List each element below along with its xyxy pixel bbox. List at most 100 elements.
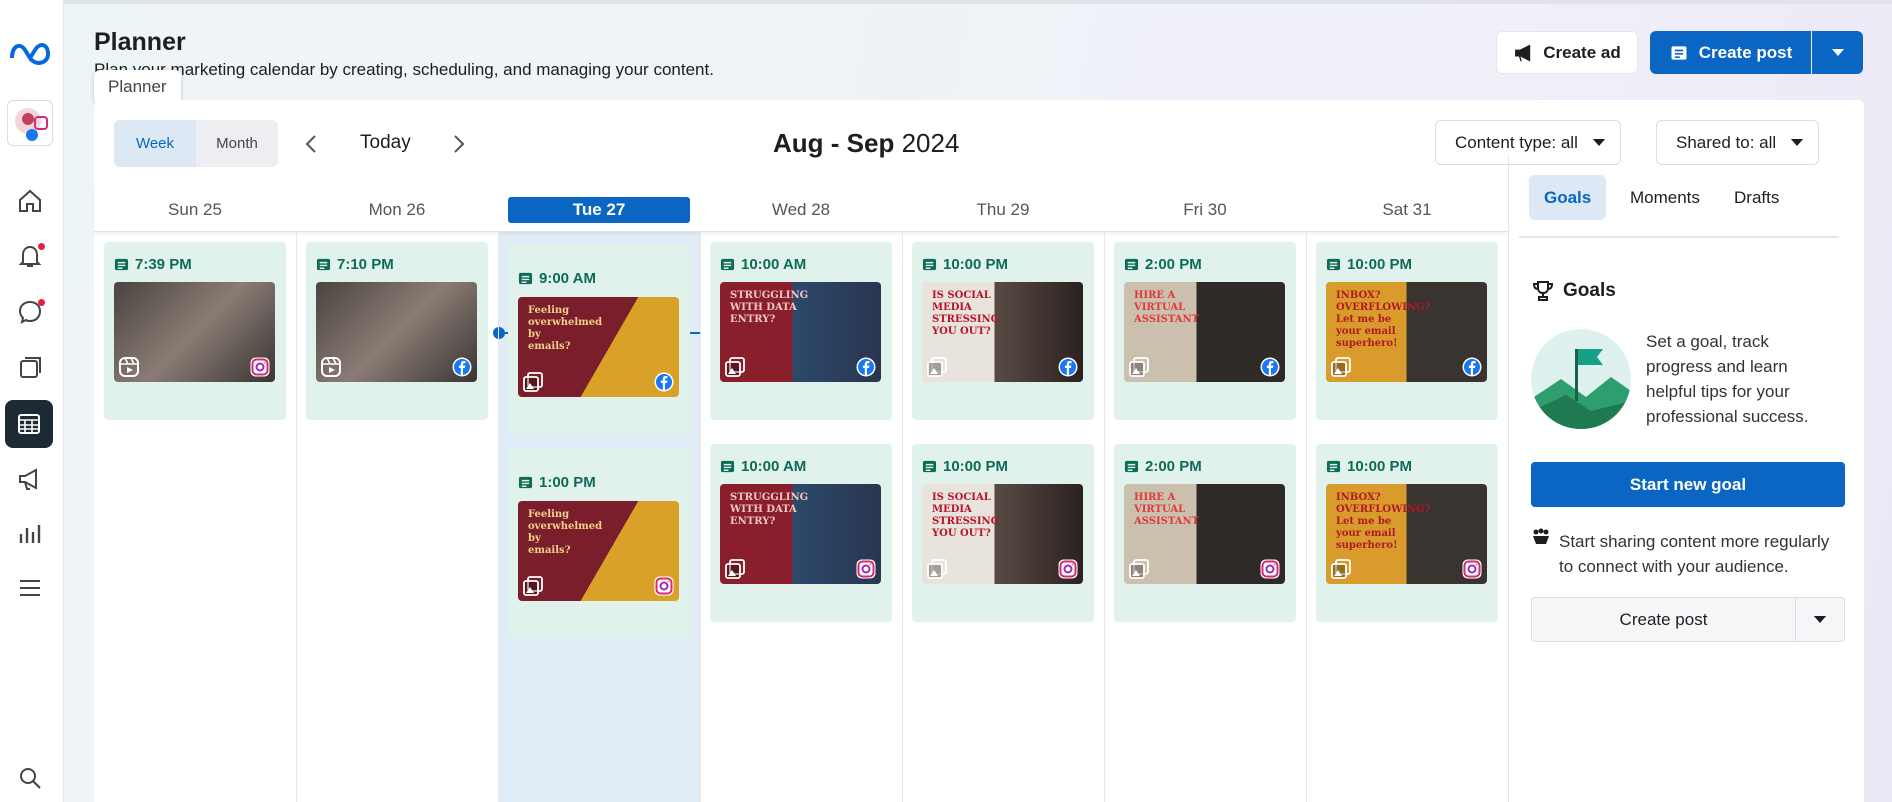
thumbnail-text: STRUGGLING WITH DATA ENTRY? <box>730 492 808 528</box>
scheduled-post-card[interactable]: 10:00 PM IS SOCIAL MEDIA STRESSING YOU OUT? <box>912 242 1094 420</box>
thumbnail-line: superhero! <box>1336 540 1398 551</box>
post-time-label: 10:00 PM <box>1347 458 1413 475</box>
search-icon[interactable] <box>12 760 48 796</box>
post-time: 10:00 AM <box>720 256 806 273</box>
post-icon <box>1326 258 1341 271</box>
menu-icon[interactable] <box>12 570 48 606</box>
people-icon <box>1533 528 1549 544</box>
week-view-button[interactable]: Week <box>114 120 196 167</box>
tab-goals[interactable]: Goals <box>1529 175 1607 220</box>
date-range-year: 2024 <box>901 128 960 158</box>
thumbnail-text: INBOX? OVERFLOWING? Let me be your email sup… <box>1336 290 1431 350</box>
thumbnail-line: Feeling <box>528 305 570 316</box>
side-create-post-dropdown[interactable] <box>1795 597 1845 642</box>
post-thumbnail: INBOX? OVERFLOWING? Let me be your email sup… <box>1326 484 1487 584</box>
thumbnail-line: HIRE A <box>1134 492 1176 503</box>
create-post-button[interactable]: Create post <box>1650 31 1811 74</box>
caret-down-icon <box>1813 616 1827 623</box>
thumbnail-line: your email <box>1336 326 1396 337</box>
trophy-icon <box>1532 281 1554 301</box>
post-thumbnail: HIRE A VIRTUAL ASSISTANT <box>1124 282 1285 382</box>
thumbnail-line: WITH DATA <box>730 302 797 313</box>
scheduled-post-card[interactable]: 10:00 AM STRUGGLING WITH DATA ENTRY? <box>710 242 892 420</box>
inbox-icon[interactable] <box>12 294 48 330</box>
scheduled-post-card[interactable]: 10:00 AM STRUGGLING WITH DATA ENTRY? <box>710 444 892 622</box>
page-avatar[interactable] <box>7 100 53 146</box>
previous-week-icon[interactable] <box>300 132 324 156</box>
scheduled-post-card[interactable]: 10:00 PM IS SOCIAL MEDIA STRESSING YOU OUT? <box>912 444 1094 622</box>
post-icon <box>518 272 533 285</box>
post-time-label: 10:00 PM <box>943 256 1009 273</box>
post-time-label: 7:39 PM <box>135 256 192 273</box>
post-time: 10:00 AM <box>720 458 806 475</box>
day-label: Tue 27 <box>508 196 690 223</box>
day-header-mon-26: Mon 26 <box>296 187 498 232</box>
post-time-label: 1:00 PM <box>539 474 596 491</box>
content-icon[interactable] <box>12 350 48 386</box>
tab-drafts[interactable]: Drafts <box>1719 175 1794 220</box>
create-ad-button[interactable]: Create ad <box>1496 31 1638 74</box>
post-thumbnail: Feeling overwhelmed by emails? <box>518 501 679 601</box>
thumbnail-line: emails? <box>528 545 571 556</box>
next-week-icon[interactable] <box>446 132 470 156</box>
instagram-icon <box>856 559 876 579</box>
post-thumbnail <box>316 282 477 382</box>
post-time: 1:00 PM <box>518 474 596 491</box>
scheduled-post-card[interactable]: 10:00 PM INBOX? OVERFLOWING? Let me be your … <box>1316 242 1498 420</box>
notifications-icon[interactable] <box>12 238 48 274</box>
insights-icon[interactable] <box>12 516 48 552</box>
today-button[interactable]: Today <box>360 132 411 154</box>
scheduled-post-card[interactable]: 7:10 PM <box>306 242 488 420</box>
day-header-sun-25: Sun 25 <box>94 187 296 232</box>
planner-panel: Week Month Today Aug - Sep 2024 Content … <box>94 100 1864 802</box>
goal-illustration <box>1531 329 1631 429</box>
thumbnail-text: HIRE A VIRTUAL ASSISTANT <box>1134 290 1199 326</box>
post-time-label: 10:00 PM <box>1347 256 1413 273</box>
tab-moments[interactable]: Moments <box>1615 175 1715 220</box>
post-thumbnail: STRUGGLING WITH DATA ENTRY? <box>720 282 881 382</box>
create-post-label: Create post <box>1698 42 1793 62</box>
thumbnail-text: Feeling overwhelmed by emails? <box>528 305 602 353</box>
day-label: Wed 28 <box>771 199 831 219</box>
ads-icon[interactable] <box>12 461 48 497</box>
thumbnail-text: HIRE A VIRTUAL ASSISTANT <box>1134 492 1199 528</box>
scheduled-post-card[interactable]: 1:00 PM Feeling overwhelmed by emails? <box>508 448 690 638</box>
post-icon <box>1326 460 1341 473</box>
scheduled-post-card[interactable]: 10:00 PM INBOX? OVERFLOWING? Let me be your … <box>1316 444 1498 622</box>
day-label: Sat 31 <box>1382 199 1432 219</box>
side-create-post-button[interactable]: Create post <box>1531 597 1795 642</box>
photo-icon <box>523 372 543 392</box>
start-new-goal-button[interactable]: Start new goal <box>1531 462 1845 507</box>
date-range-title: Aug - Sep 2024 <box>773 128 959 159</box>
day-label: Sun 25 <box>168 199 222 219</box>
day-header-sat-31: Sat 31 <box>1306 187 1508 232</box>
post-icon <box>316 258 331 271</box>
scheduled-post-card[interactable]: 2:00 PM HIRE A VIRTUAL ASSISTANT <box>1114 444 1296 622</box>
create-post-dropdown[interactable] <box>1812 31 1863 74</box>
thumbnail-line: INBOX? <box>1336 290 1381 301</box>
post-time: 2:00 PM <box>1124 458 1202 475</box>
date-range-months: Aug - Sep <box>773 128 895 158</box>
notification-badge <box>38 243 45 250</box>
goals-heading: Goals <box>1531 279 1616 303</box>
thumbnail-line: STRESSING <box>932 516 1000 527</box>
month-view-button[interactable]: Month <box>196 120 278 167</box>
photo-icon <box>725 357 745 377</box>
instagram-icon <box>1058 559 1078 579</box>
post-icon <box>720 258 735 271</box>
scheduled-post-card[interactable]: 7:39 PM <box>104 242 286 420</box>
photo-icon <box>725 559 745 579</box>
post-icon <box>114 258 129 271</box>
scheduled-post-card[interactable]: 2:00 PM HIRE A VIRTUAL ASSISTANT <box>1114 242 1296 420</box>
post-thumbnail: IS SOCIAL MEDIA STRESSING YOU OUT? <box>922 484 1083 584</box>
inbox-badge <box>38 299 45 306</box>
goals-title: Goals <box>1563 280 1616 301</box>
column-divider <box>1104 232 1105 802</box>
meta-logo-icon[interactable] <box>8 34 52 70</box>
scheduled-post-card[interactable]: 9:00 AM Feeling overwhelmed by emails? <box>508 244 690 434</box>
home-icon[interactable] <box>12 183 48 219</box>
thumbnail-line: by <box>528 329 541 340</box>
post-time-label: 10:00 AM <box>741 458 807 475</box>
page-subtitle: Plan your marketing calendar by creating… <box>94 60 714 79</box>
planner-icon[interactable] <box>5 400 53 448</box>
